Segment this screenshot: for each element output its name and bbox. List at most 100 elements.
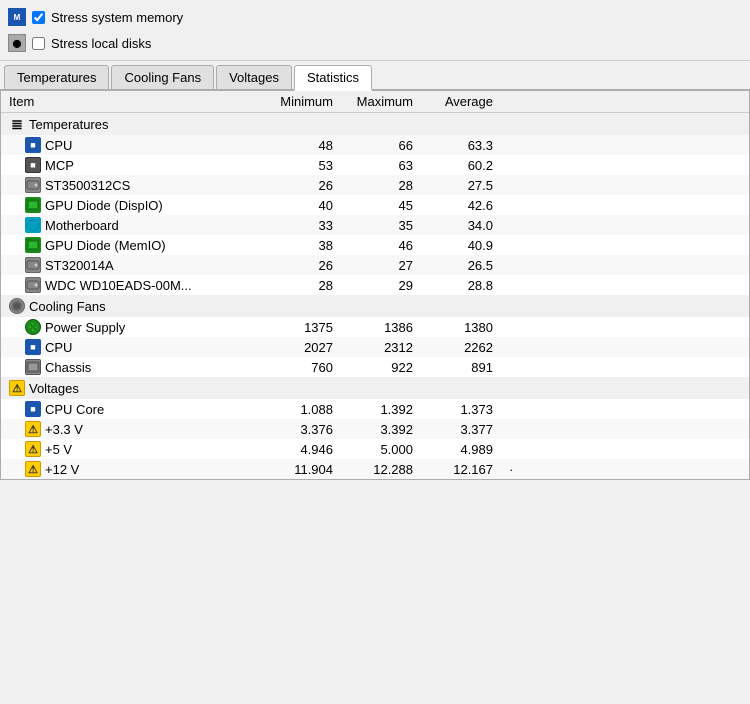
cell-extra xyxy=(501,255,749,275)
table-row: ⚠+12 V11.90412.28812.167· xyxy=(1,459,749,479)
table-row: GPU Diode (DispIO)404542.6 xyxy=(1,195,749,215)
item-label: Chassis xyxy=(45,360,91,375)
cell-min: 26 xyxy=(261,255,341,275)
cell-min: 53 xyxy=(261,155,341,175)
cell-max: 1.392 xyxy=(341,399,421,419)
cell-extra xyxy=(501,357,749,377)
cell-avg: 891 xyxy=(421,357,501,377)
cell-extra xyxy=(501,215,749,235)
table-row: ST320014A262726.5 xyxy=(1,255,749,275)
fan-ps-icon xyxy=(25,319,41,335)
cell-min: 760 xyxy=(261,357,341,377)
cell-extra xyxy=(501,175,749,195)
tab-coolingfans[interactable]: Cooling Fans xyxy=(111,65,214,89)
cpu-icon: ■ xyxy=(25,339,41,355)
item-label: CPU xyxy=(45,138,72,153)
stress-memory-checkbox[interactable] xyxy=(32,11,45,24)
table-row: ■CPU486663.3 xyxy=(1,135,749,155)
section-header-row: Cooling Fans xyxy=(1,295,749,317)
tab-statistics[interactable]: Statistics xyxy=(294,65,372,91)
col-header-minimum: Minimum xyxy=(261,91,341,113)
item-label: CPU xyxy=(45,340,72,355)
stress-disks-checkbox[interactable] xyxy=(32,37,45,50)
statistics-table-container: Item Minimum Maximum Average ≣Temperatur… xyxy=(0,91,750,480)
cell-extra xyxy=(501,135,749,155)
cell-max: 12.288 xyxy=(341,459,421,479)
table-row: WDC WD10EADS-00M... 282928.8 xyxy=(1,275,749,295)
disk-icon: ⬤ xyxy=(8,34,26,52)
cell-avg: 40.9 xyxy=(421,235,501,255)
mcp-icon: ■ xyxy=(25,157,41,173)
cell-min: 3.376 xyxy=(261,419,341,439)
hdd-icon xyxy=(25,277,41,293)
top-stress-section: M Stress system memory ⬤ Stress local di… xyxy=(0,0,750,61)
cell-avg: 27.5 xyxy=(421,175,501,195)
table-row: ⚠+5 V4.9465.0004.989 xyxy=(1,439,749,459)
tab-temperatures[interactable]: Temperatures xyxy=(4,65,109,89)
cell-min: 2027 xyxy=(261,337,341,357)
cell-max: 28 xyxy=(341,175,421,195)
stress-memory-label[interactable]: Stress system memory xyxy=(51,10,183,25)
cell-avg: 1.373 xyxy=(421,399,501,419)
cell-extra xyxy=(501,195,749,215)
cell-min: 26 xyxy=(261,175,341,195)
cell-max: 5.000 xyxy=(341,439,421,459)
tabs-bar: Temperatures Cooling Fans Voltages Stati… xyxy=(0,61,750,91)
cell-min: 28 xyxy=(261,275,341,295)
cell-min: 48 xyxy=(261,135,341,155)
stress-disks-label[interactable]: Stress local disks xyxy=(51,36,151,51)
section-label: Voltages xyxy=(29,381,79,396)
section-label: Cooling Fans xyxy=(29,299,106,314)
cell-max: 45 xyxy=(341,195,421,215)
tab-voltages[interactable]: Voltages xyxy=(216,65,292,89)
col-header-average: Average xyxy=(421,91,501,113)
memory-icon: M xyxy=(8,8,26,26)
chassis-icon xyxy=(25,359,41,375)
item-label: +12 V xyxy=(45,462,79,477)
cell-avg: 1380 xyxy=(421,317,501,337)
section-header-row: ≣ Temperatures xyxy=(1,113,749,136)
volt-icon: ⚠ xyxy=(25,441,41,457)
statistics-table: Item Minimum Maximum Average ≣Temperatur… xyxy=(1,91,749,479)
cpu-icon: ■ xyxy=(25,137,41,153)
section-label: Temperatures xyxy=(29,117,108,132)
table-row: ■CPU202723122262 xyxy=(1,337,749,357)
cell-extra: · xyxy=(501,459,749,479)
section-temp-icon: ≣ xyxy=(9,116,25,132)
gpu-icon xyxy=(25,237,41,253)
section-fan-icon xyxy=(9,298,25,314)
table-row: ■CPU Core1.0881.3921.373 xyxy=(1,399,749,419)
volt-icon: ⚠ xyxy=(9,380,25,396)
cell-max: 29 xyxy=(341,275,421,295)
volt-icon: ⚠ xyxy=(25,421,41,437)
cell-min: 11.904 xyxy=(261,459,341,479)
cell-avg: 28.8 xyxy=(421,275,501,295)
item-label: WDC WD10EADS-00M... xyxy=(45,278,192,293)
table-row: ⚠+3.3 V3.3763.3923.377 xyxy=(1,419,749,439)
mb-icon xyxy=(25,217,41,233)
item-label: ST320014A xyxy=(45,258,114,273)
item-label: ST3500312CS xyxy=(45,178,130,193)
cell-max: 1386 xyxy=(341,317,421,337)
cell-avg: 26.5 xyxy=(421,255,501,275)
cell-avg: 42.6 xyxy=(421,195,501,215)
cell-min: 1375 xyxy=(261,317,341,337)
cell-min: 1.088 xyxy=(261,399,341,419)
item-label: MCP xyxy=(45,158,74,173)
cell-extra xyxy=(501,317,749,337)
gpu-icon xyxy=(25,197,41,213)
cell-avg: 60.2 xyxy=(421,155,501,175)
cell-max: 46 xyxy=(341,235,421,255)
item-label: Motherboard xyxy=(45,218,119,233)
col-header-maximum: Maximum xyxy=(341,91,421,113)
table-row: GPU Diode (MemIO)384640.9 xyxy=(1,235,749,255)
cell-max: 922 xyxy=(341,357,421,377)
cell-avg: 34.0 xyxy=(421,215,501,235)
cell-extra xyxy=(501,439,749,459)
table-row: Motherboard333534.0 xyxy=(1,215,749,235)
volt-icon: ⚠ xyxy=(25,461,41,477)
section-header-row: ⚠ Voltages xyxy=(1,377,749,399)
stress-disks-row: ⬤ Stress local disks xyxy=(8,30,742,56)
item-label: GPU Diode (MemIO) xyxy=(45,238,166,253)
cpu-icon: ■ xyxy=(25,401,41,417)
